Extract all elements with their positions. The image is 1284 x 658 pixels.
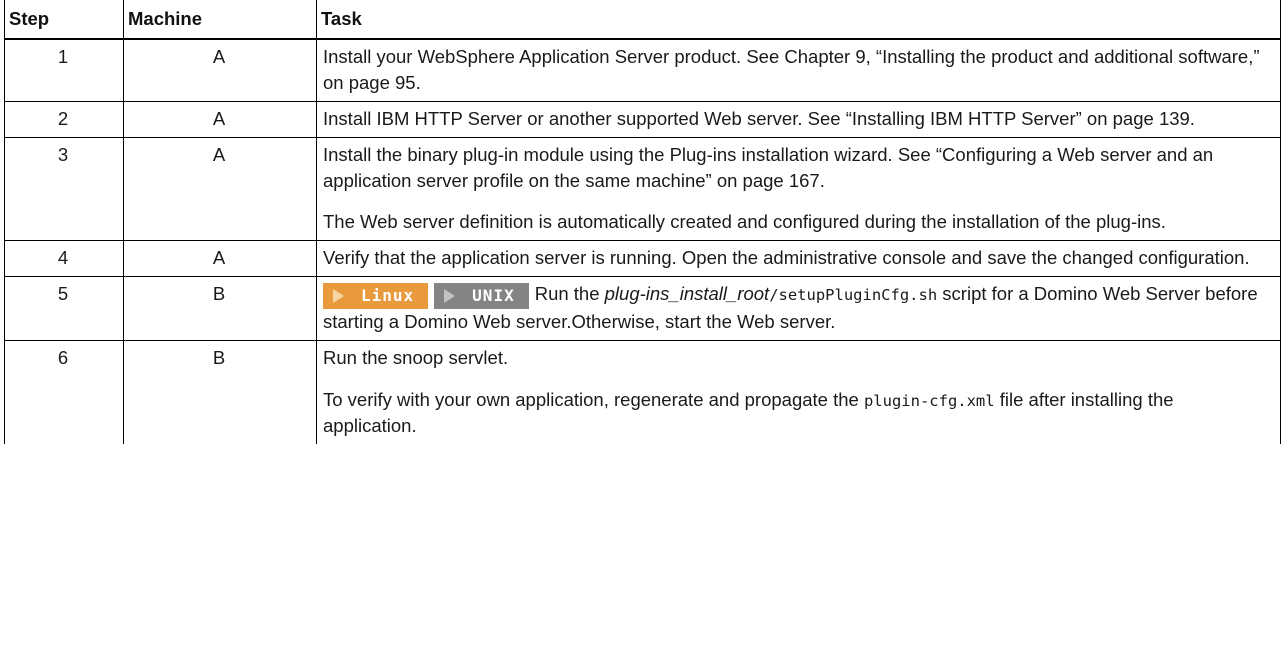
task-code: /setupPluginCfg.sh [769, 286, 938, 305]
task-text: Verify that the application server is ru… [323, 247, 1250, 269]
machine-cell: A [123, 100, 317, 138]
task-note-prefix: To verify with your own application, reg… [323, 389, 864, 411]
step-cell: 5 [4, 276, 124, 342]
table-row: 4 A Verify that the application server i… [4, 240, 1281, 278]
table-row: 1 A Install your WebSphere Application S… [4, 38, 1281, 102]
task-note-code: plugin-cfg.xml [863, 392, 995, 411]
task-text: Install your WebSphere Application Serve… [323, 46, 1260, 93]
machine-cell: B [123, 276, 317, 342]
task-cell: Run the snoop servlet. To verify with yo… [316, 340, 1281, 444]
step-cell: 3 [4, 136, 124, 242]
task-note: The Web server definition is automatical… [323, 211, 1166, 233]
arrow-right-icon [444, 289, 456, 304]
header-machine: Machine [123, 0, 317, 40]
task-cell: Install IBM HTTP Server or another suppo… [316, 100, 1281, 138]
linux-badge: Linux [323, 283, 429, 310]
step-cell: 4 [4, 240, 124, 278]
task-text: Install IBM HTTP Server or another suppo… [323, 107, 1195, 129]
header-step: Step [4, 0, 124, 40]
table-row: 5 B Linux UNIX Run the plug-ins_install_ro… [4, 276, 1281, 342]
task-cell: Install your WebSphere Application Serve… [316, 38, 1281, 102]
table-row: 6 B Run the snoop servlet. To verify wit… [4, 340, 1281, 444]
table-row: 2 A Install IBM HTTP Server or another s… [4, 100, 1281, 138]
task-text: Run the snoop servlet. [323, 347, 509, 369]
linux-badge-label: Linux [361, 286, 415, 306]
machine-cell: A [123, 38, 317, 102]
task-note: To verify with your own application, reg… [323, 387, 1272, 439]
arrow-right-icon [333, 289, 344, 304]
unix-badge-label: UNIX [472, 286, 515, 306]
step-cell: 2 [4, 100, 124, 138]
table-header-row: Step Machine Task [4, 0, 1281, 40]
task-text: Install the binary plug-in module using … [323, 143, 1214, 191]
step-cell: 6 [4, 340, 124, 444]
machine-cell: A [123, 240, 317, 278]
header-task: Task [316, 0, 1281, 40]
unix-badge: UNIX [434, 283, 529, 310]
table-row: 3 A Install the binary plug-in module us… [4, 136, 1281, 242]
task-cell: Linux UNIX Run the plug-ins_install_root/s… [316, 276, 1281, 342]
machine-cell: B [123, 340, 317, 444]
task-prefix: Run the [534, 283, 605, 305]
step-cell: 1 [4, 38, 124, 102]
task-italic-path: plug-ins_install_root [604, 283, 770, 305]
task-cell: Verify that the application server is ru… [316, 240, 1281, 278]
task-text: Linux UNIX Run the plug-ins_install_root/s… [323, 281, 1272, 335]
task-cell: Install the binary plug-in module using … [316, 136, 1281, 242]
steps-table: Step Machine Task 1 A Install your WebSp… [4, 0, 1281, 444]
machine-cell: A [123, 136, 317, 242]
